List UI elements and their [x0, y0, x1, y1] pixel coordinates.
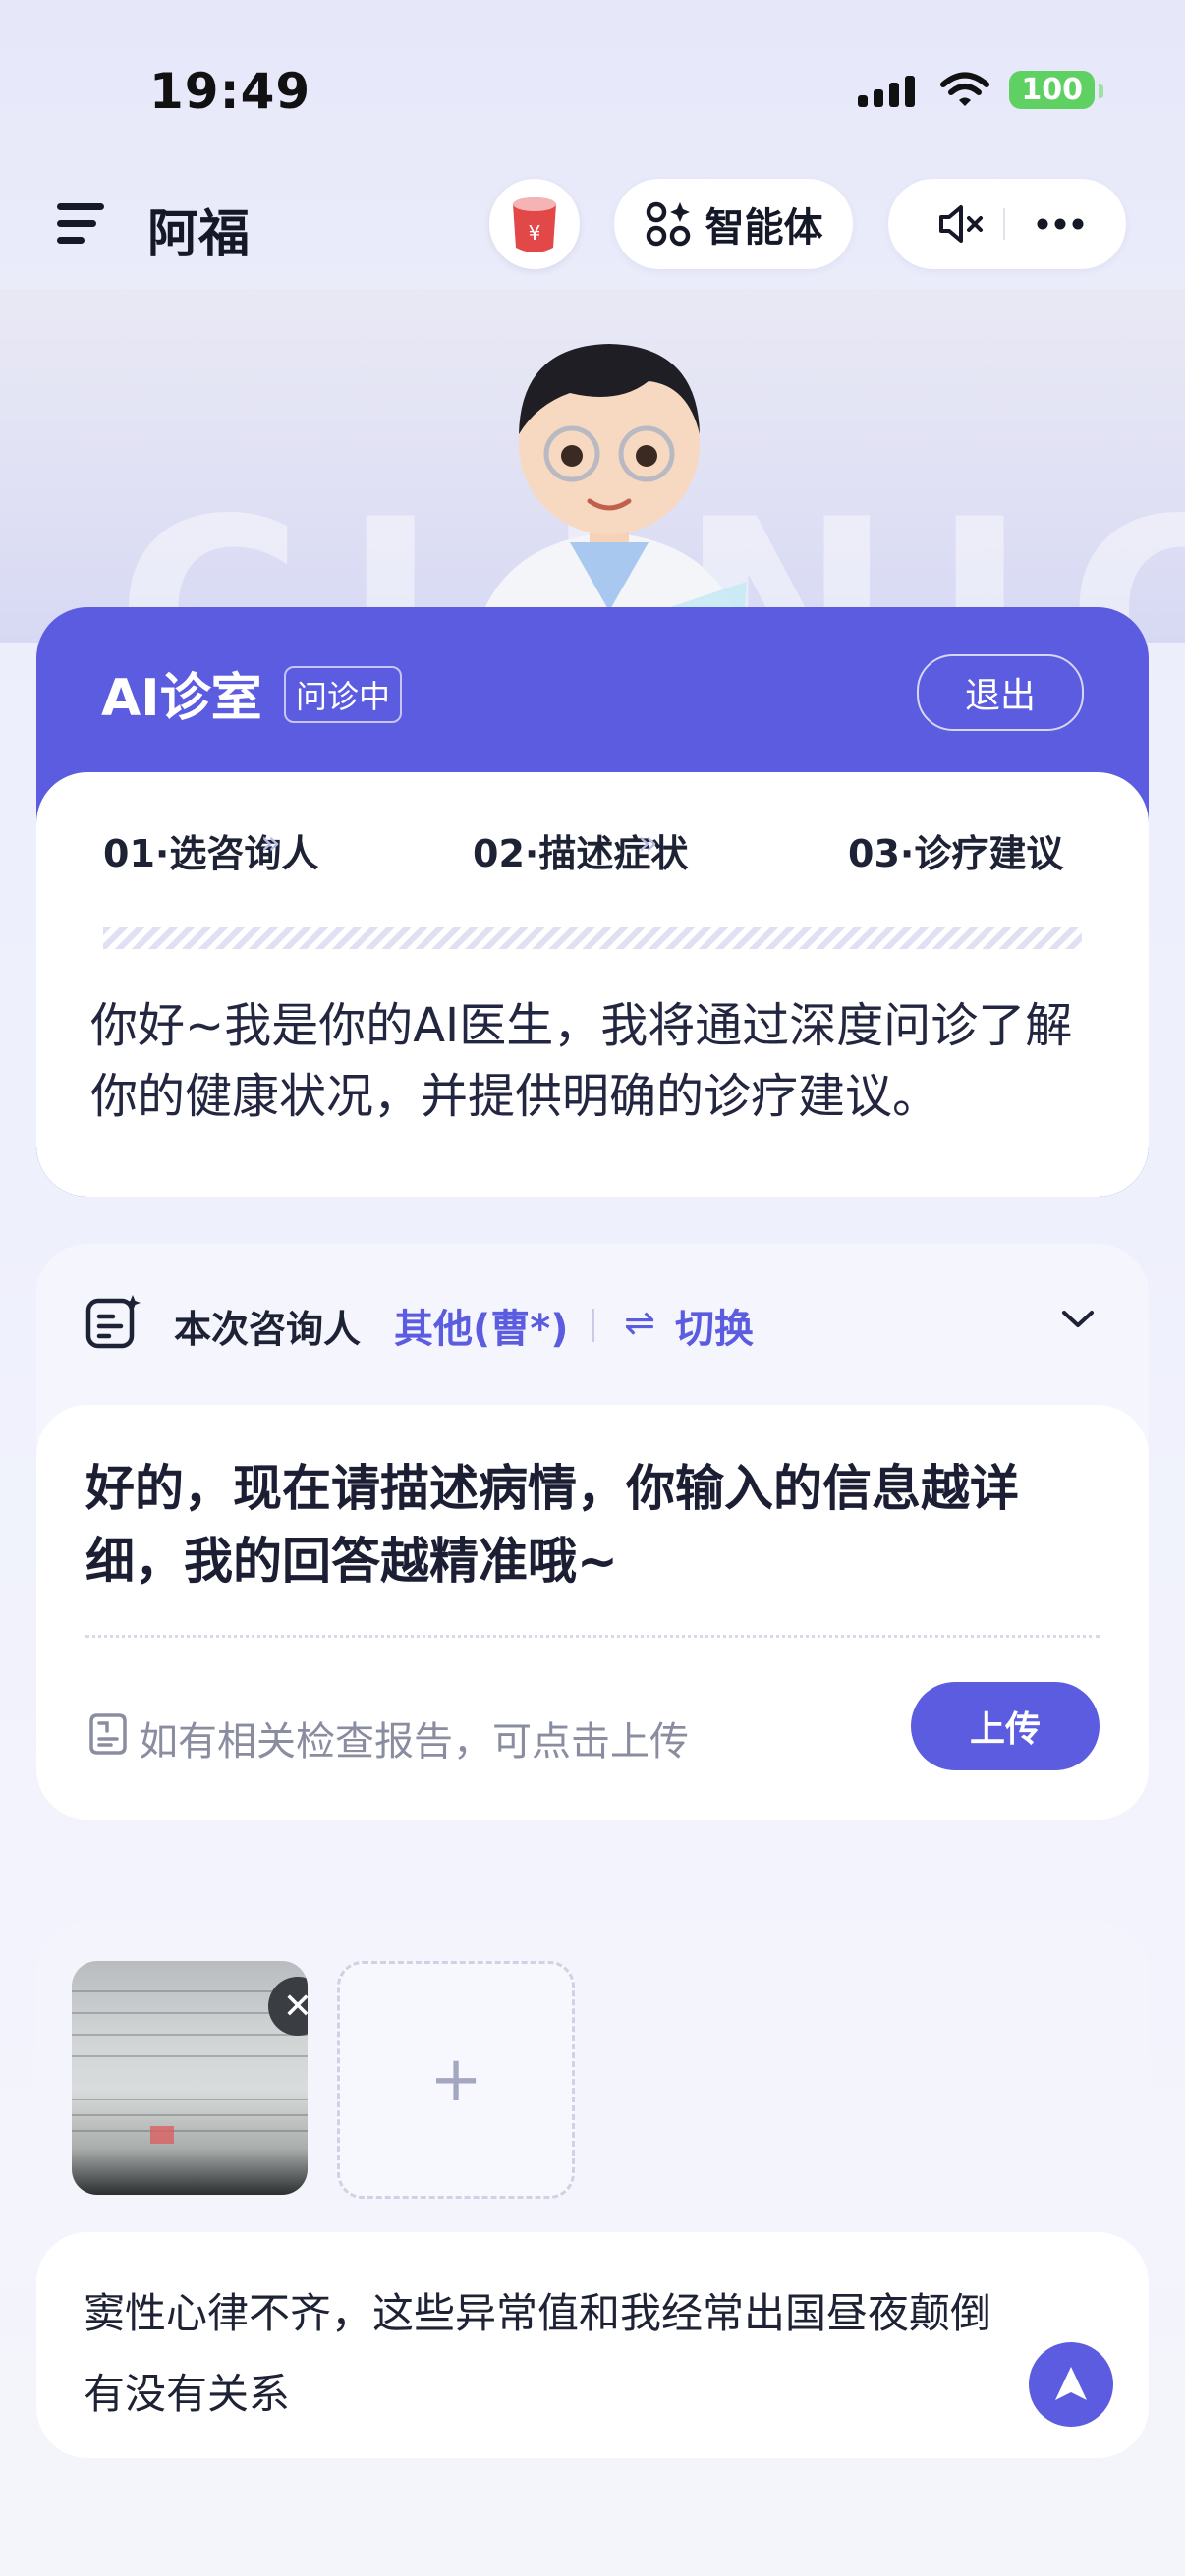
agent-grid-icon [646, 201, 690, 247]
message-input-text[interactable]: 窦性心律不齐，这些异常值和我经常出国昼夜颠倒有没有关系 [84, 2273, 1017, 2435]
composer-card: ✕ + 窦性心律不齐，这些异常值和我经常出国昼夜颠倒有没有关系 [36, 1922, 1149, 2458]
switch-icon[interactable]: ⇌ [624, 1301, 655, 1344]
wifi-icon [940, 72, 990, 106]
exit-button[interactable]: 退出 [917, 654, 1084, 731]
divider [592, 1309, 594, 1342]
step-arrow-icon: » [260, 823, 281, 863]
switch-button[interactable]: 切换 [675, 1297, 754, 1354]
menu-icon[interactable] [57, 201, 106, 247]
send-button[interactable] [1029, 2342, 1113, 2427]
upload-hint: 如有相关检查报告，可点击上传 [139, 1719, 689, 1764]
send-arrow-icon [1055, 2367, 1087, 2400]
svg-text:¥: ¥ [529, 221, 541, 245]
report-icon [89, 1713, 127, 1755]
consultant-name[interactable]: 其他(曹*) [394, 1297, 568, 1354]
cup-avatar-icon[interactable]: ¥ [489, 179, 580, 269]
add-attachment-button[interactable]: + [337, 1961, 575, 2199]
dotted-divider [85, 1635, 1100, 1638]
battery-indicator: 100 [1009, 71, 1103, 109]
assistant-message-box: 好的，现在请描述病情，你输入的信息越详细，我的回答越精准哦~ 如有相关检查报告，… [36, 1405, 1149, 1820]
status-icons: 100 [858, 71, 1103, 109]
report-stamp [150, 2126, 174, 2144]
mute-icon[interactable] [937, 204, 988, 244]
action-pill [888, 179, 1126, 269]
consultant-note-icon [85, 1295, 141, 1349]
step-select-person: 01·选咨询人 [103, 832, 319, 875]
clinic-title: AI诊室 [101, 669, 262, 728]
message-input[interactable]: 窦性心律不齐，这些异常值和我经常出国昼夜颠倒有没有关系 [36, 2232, 1149, 2458]
status-time: 19:49 [149, 63, 311, 120]
step-arrow-icon: » [638, 823, 658, 863]
attached-report-thumbnail[interactable]: ✕ [72, 1961, 308, 2195]
consult-card: 本次咨询人 其他(曹*) ⇌ 切换 好的，现在请描述病情，你输入的信息越详细，我… [36, 1244, 1149, 1820]
upload-button[interactable]: 上传 [911, 1682, 1100, 1770]
consultant-label: 本次咨询人 [174, 1308, 362, 1351]
pill-divider [1003, 208, 1005, 240]
hero-banner: CLINIC [0, 289, 1185, 643]
ai-clinic-card: AI诊室 问诊中 退出 01·选咨询人 » 02·描述症状 » 03·诊疗建议 … [36, 607, 1149, 1197]
chevron-down-icon[interactable] [1058, 1299, 1098, 1338]
agent-button[interactable]: 智能体 [614, 179, 853, 269]
status-badge: 问诊中 [284, 666, 403, 723]
agent-label: 智能体 [705, 205, 823, 251]
clinic-steps-panel: 01·选咨询人 » 02·描述症状 » 03·诊疗建议 你好~我是你的AI医生，… [36, 772, 1149, 1197]
progress-stripe [103, 927, 1082, 949]
ai-intro-text: 你好~我是你的AI医生，我将通过深度问诊了解你的健康状况，并提供明确的诊疗建议。 [90, 998, 1073, 1124]
signal-icon [858, 74, 921, 107]
remove-attachment-icon[interactable]: ✕ [268, 1977, 308, 2036]
step-diagnosis-advice: 03·诊疗建议 [848, 832, 1064, 875]
doctor-avatar-illustration [473, 344, 747, 643]
assistant-message: 好的，现在请描述病情，你输入的信息越详细，我的回答越精准哦~ [85, 1460, 1019, 1590]
app-title: 阿福 [147, 205, 251, 264]
more-icon[interactable] [1036, 214, 1085, 234]
